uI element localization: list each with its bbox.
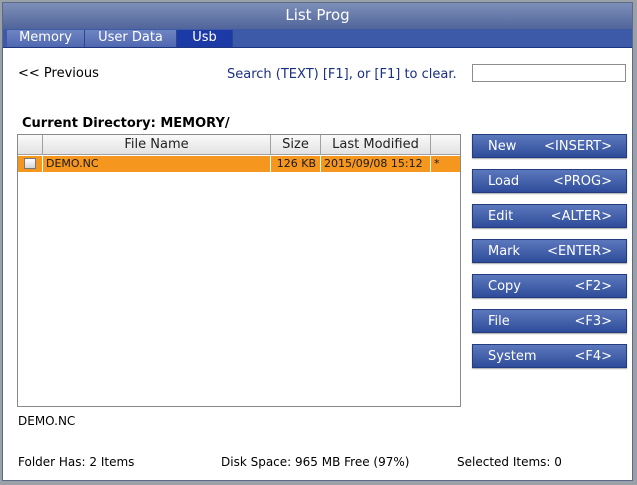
title-bar: List Prog — [3, 3, 632, 29]
mark-button-key: <ENTER> — [547, 244, 612, 259]
system-button[interactable]: System <F4> — [472, 344, 627, 368]
file-button-key: <F3> — [574, 314, 612, 329]
tab-usb[interactable]: Usb — [177, 30, 233, 47]
selected-file-name: DEMO.NC — [18, 414, 76, 428]
file-button[interactable]: File <F3> — [472, 309, 627, 333]
previous-link[interactable]: << Previous — [18, 66, 99, 81]
list-prog-window: List Prog Memory User Data Usb << Previo… — [2, 2, 633, 481]
select-column-header — [18, 135, 43, 155]
file-table: File Name Size Last Modified DEMO.NC 126… — [17, 134, 461, 407]
flag-column-header — [431, 135, 460, 155]
mark-button[interactable]: Mark <ENTER> — [472, 239, 627, 263]
load-button[interactable]: Load <PROG> — [472, 169, 627, 193]
disk-space-status: Disk Space: 965 MB Free (97%) — [221, 455, 410, 469]
window-title: List Prog — [285, 6, 350, 24]
column-header-size[interactable]: Size — [271, 135, 321, 155]
edit-button-key: <ALTER> — [550, 209, 612, 224]
new-button-label: New — [488, 139, 517, 154]
system-button-label: System — [488, 349, 537, 364]
load-button-key: <PROG> — [553, 174, 612, 189]
table-row[interactable]: DEMO.NC 126 KB 2015/09/08 15:12 * — [18, 156, 460, 172]
load-button-label: Load — [488, 174, 520, 189]
file-flag-cell: * — [431, 156, 460, 172]
file-modified-cell: 2015/09/08 15:12 — [321, 156, 431, 172]
system-button-key: <F4> — [574, 349, 612, 364]
row-select-cell — [18, 156, 43, 172]
edit-button[interactable]: Edit <ALTER> — [472, 204, 627, 228]
edit-button-label: Edit — [488, 209, 514, 224]
copy-button-key: <F2> — [574, 279, 612, 294]
mark-button-label: Mark — [488, 244, 521, 259]
tab-user-data[interactable]: User Data — [85, 30, 177, 47]
new-button-key: <INSERT> — [544, 139, 612, 154]
tab-strip: Memory User Data Usb — [3, 29, 632, 48]
copy-button[interactable]: Copy <F2> — [472, 274, 627, 298]
column-header-last-modified[interactable]: Last Modified — [321, 135, 431, 155]
copy-button-label: Copy — [488, 279, 521, 294]
tab-memory[interactable]: Memory — [7, 30, 85, 47]
new-button[interactable]: New <INSERT> — [472, 134, 627, 158]
file-name-cell: DEMO.NC — [43, 156, 271, 172]
folder-count-status: Folder Has: 2 Items — [18, 455, 135, 469]
selected-items-status: Selected Items: 0 — [457, 455, 562, 469]
search-hint: Search (TEXT) [F1], or [F1] to clear. — [227, 67, 457, 82]
current-directory-label: Current Directory: MEMORY/ — [22, 116, 230, 131]
search-input[interactable] — [472, 64, 626, 82]
row-checkbox[interactable] — [24, 158, 36, 169]
column-header-file-name[interactable]: File Name — [43, 135, 271, 155]
file-size-cell: 126 KB — [271, 156, 321, 172]
file-button-label: File — [488, 314, 510, 329]
